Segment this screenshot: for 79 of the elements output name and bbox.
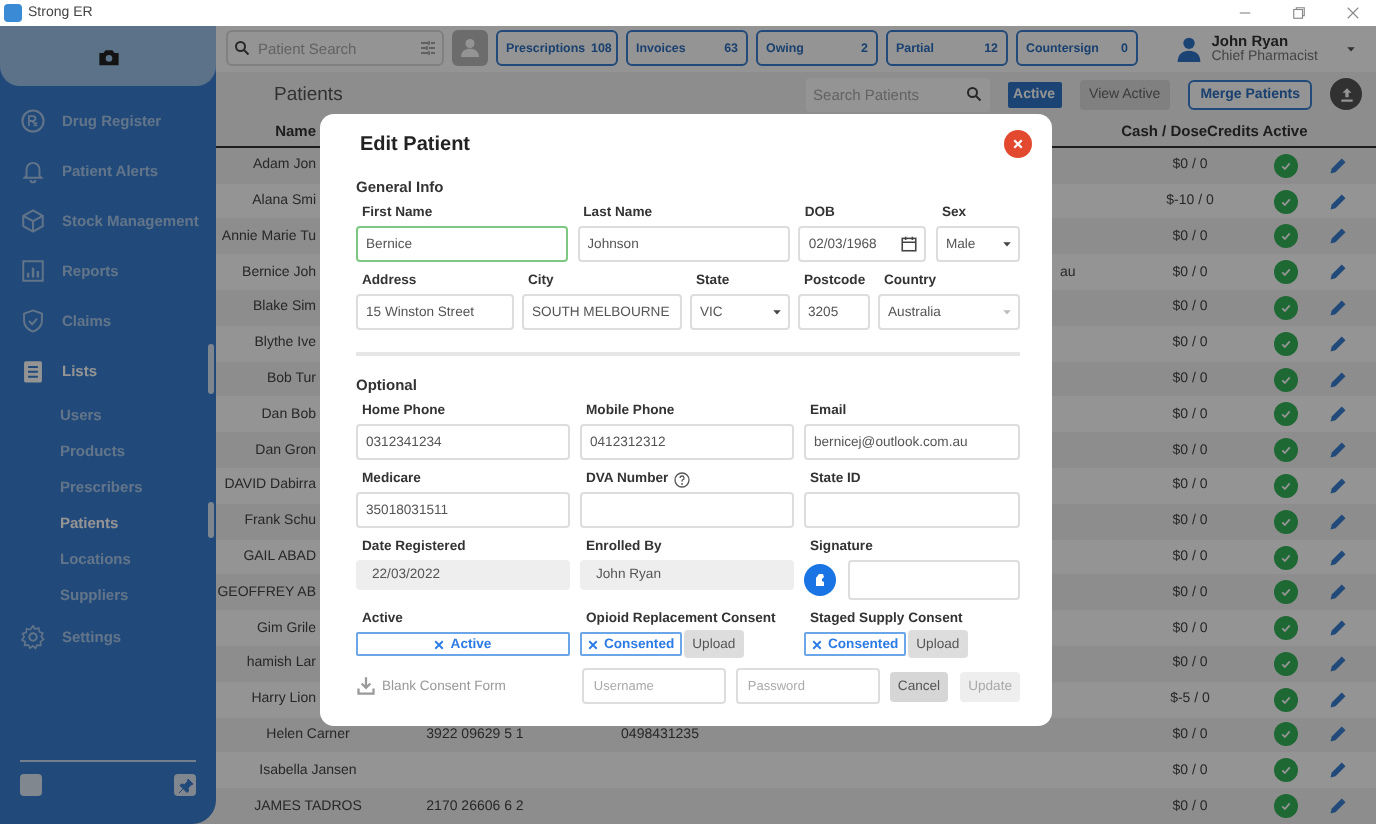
pencil-icon xyxy=(1328,226,1348,247)
bar-chart-icon xyxy=(20,258,46,284)
caret-icon xyxy=(1001,239,1012,249)
upload-icon xyxy=(1337,85,1355,104)
pencil-icon xyxy=(1328,333,1348,354)
close-icon xyxy=(1012,138,1024,150)
pencil-icon xyxy=(1328,440,1348,461)
bell-icon xyxy=(20,158,46,184)
pencil-icon xyxy=(1328,796,1348,817)
user-menu-button[interactable] xyxy=(1346,43,1356,54)
close-button[interactable] xyxy=(1004,130,1032,158)
close-icon xyxy=(434,639,445,649)
camera-icon xyxy=(97,45,119,67)
pencil-icon xyxy=(1328,297,1348,318)
shield-check-icon xyxy=(20,308,46,334)
edit-button[interactable] xyxy=(1328,796,1348,817)
rx-icon xyxy=(20,108,46,134)
pencil-icon xyxy=(1328,760,1348,781)
caret-icon xyxy=(772,307,782,317)
pencil-icon xyxy=(1328,547,1348,567)
edit-button[interactable] xyxy=(1328,689,1348,710)
search-icon xyxy=(234,40,250,57)
signature-icon xyxy=(812,572,828,588)
restore-icon xyxy=(1292,6,1306,20)
add-patient-button[interactable] xyxy=(452,30,488,67)
edit-button[interactable] xyxy=(1328,547,1348,567)
clipboard-icon xyxy=(20,358,46,384)
edit-button[interactable] xyxy=(1328,618,1348,639)
minimize-icon xyxy=(1238,6,1252,20)
filter-icon xyxy=(420,40,436,57)
search-icon xyxy=(965,86,982,103)
user-icon xyxy=(1175,35,1202,62)
pencil-icon xyxy=(1328,724,1348,745)
edit-button[interactable] xyxy=(1328,155,1348,176)
pencil-icon xyxy=(1328,653,1348,674)
upload-button[interactable] xyxy=(1330,78,1362,111)
logo-icon xyxy=(20,774,42,796)
edit-button[interactable] xyxy=(1328,582,1348,603)
close-icon xyxy=(1346,6,1360,20)
edit-button[interactable] xyxy=(1328,191,1348,212)
pencil-icon xyxy=(1328,618,1348,639)
close-icon xyxy=(588,639,598,649)
pencil-icon xyxy=(1328,369,1348,390)
edit-button[interactable] xyxy=(1328,333,1348,354)
edit-button[interactable] xyxy=(1328,653,1348,674)
edit-button[interactable] xyxy=(1328,226,1348,247)
pencil-icon xyxy=(1328,155,1348,176)
edit-button[interactable] xyxy=(1328,511,1348,532)
edit-button[interactable] xyxy=(1328,724,1348,745)
caret-icon xyxy=(1346,43,1356,54)
pin-icon xyxy=(177,777,193,793)
edit-button[interactable] xyxy=(1328,369,1348,390)
person-icon xyxy=(458,36,482,61)
box-icon xyxy=(20,208,46,234)
pencil-icon xyxy=(1328,689,1348,710)
edit-button[interactable] xyxy=(1328,760,1348,781)
pencil-icon xyxy=(1328,582,1348,603)
pencil-icon xyxy=(1328,262,1348,283)
edit-button[interactable] xyxy=(1328,297,1348,318)
settings-icon xyxy=(20,624,46,650)
input-field[interactable] xyxy=(804,492,1020,528)
pencil-icon xyxy=(1328,404,1348,425)
edit-button[interactable] xyxy=(1328,475,1348,496)
download-icon xyxy=(356,676,376,696)
sign-button[interactable] xyxy=(804,564,836,596)
page-title: Patients xyxy=(274,83,343,106)
app-icon xyxy=(4,4,22,22)
edit-button[interactable] xyxy=(1328,440,1348,461)
pencil-icon xyxy=(1328,191,1348,212)
pin-button[interactable] xyxy=(174,774,196,796)
pencil-icon xyxy=(1328,511,1348,532)
calendar-icon xyxy=(900,235,919,253)
input-field[interactable] xyxy=(580,492,794,528)
caret-icon xyxy=(1002,307,1012,317)
close-icon xyxy=(812,639,822,649)
edit-button[interactable] xyxy=(1328,404,1348,425)
dialog-title: Edit Patient xyxy=(358,133,471,155)
pencil-icon xyxy=(1328,475,1348,496)
edit-button[interactable] xyxy=(1328,262,1348,283)
